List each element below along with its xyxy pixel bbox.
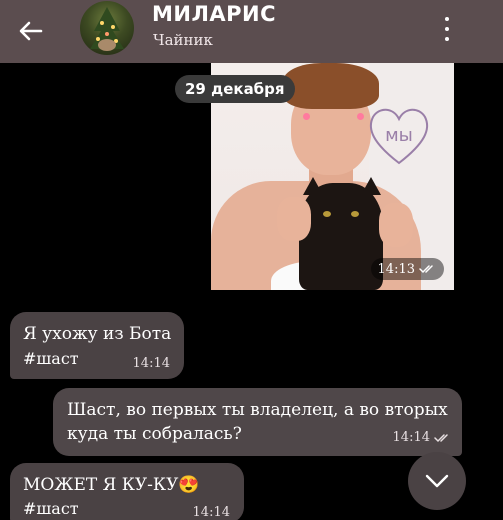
date-separator: 29 декабря (175, 75, 295, 103)
message-time: 14:14 (192, 505, 230, 520)
double-check-icon (419, 265, 433, 274)
back-button[interactable] (14, 14, 48, 48)
arrow-left-icon (19, 21, 43, 41)
heart-doodle: мы (369, 108, 429, 165)
chat-header: МИЛАРИС Чайник (0, 0, 503, 63)
message-time: 14:14 (393, 430, 452, 445)
more-options-button[interactable] (439, 14, 455, 44)
message-text: МОЖЕТ Я КУ-КУ😍 (23, 475, 200, 495)
message-hashtag[interactable]: #шаст (23, 499, 79, 518)
message-bubble-incoming[interactable]: МОЖЕТ Я КУ-КУ😍 #шаст 14:14 (10, 463, 244, 520)
svg-text:мы: мы (385, 125, 413, 146)
message-bubble-incoming[interactable]: Я ухожу из Бота #шаст 14:14 (10, 312, 184, 379)
more-vertical-icon (445, 17, 449, 21)
double-check-icon (434, 433, 448, 442)
message-time: 14:14 (132, 356, 170, 371)
chat-subtitle: Чайник (153, 31, 213, 49)
message-hashtag[interactable]: #шаст (23, 349, 79, 368)
avatar[interactable] (80, 1, 134, 55)
photo-time: 14:13 (370, 258, 444, 280)
chevron-down-icon (425, 474, 449, 488)
message-text: Я ухожу из Бота (23, 324, 172, 344)
message-bubble-outgoing[interactable]: Шаст, во первых ты владелец, а во вторых… (53, 388, 462, 456)
scroll-down-button[interactable] (408, 452, 466, 510)
avatar-image (90, 7, 124, 51)
chat-title[interactable]: МИЛАРИС (152, 2, 276, 26)
